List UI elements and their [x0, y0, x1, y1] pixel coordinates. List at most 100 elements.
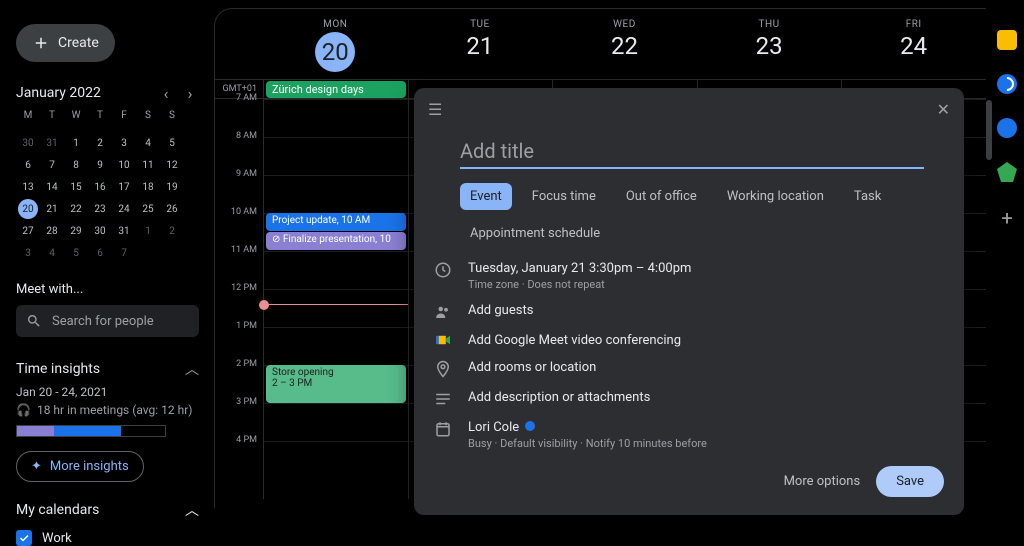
time-insights-header[interactable]: Time insights ︿	[16, 359, 199, 379]
calendar-item-work[interactable]: Work	[16, 530, 199, 546]
mini-day[interactable]: 14	[40, 176, 64, 198]
mini-day[interactable]: 4	[136, 132, 160, 154]
event-finalize[interactable]: ⊘ Finalize presentation, 10	[266, 232, 406, 250]
mini-day[interactable]: 11	[136, 154, 160, 176]
create-button[interactable]: Create	[16, 24, 115, 62]
mini-day[interactable]: 23	[88, 198, 112, 220]
hour-label: 2 PM	[215, 359, 263, 397]
mini-dow: T	[40, 110, 64, 132]
close-button[interactable]: ✕	[933, 96, 954, 123]
mini-day[interactable]: 26	[160, 198, 184, 220]
tab-working-location[interactable]: Working location	[717, 183, 834, 210]
mini-day[interactable]: 27	[16, 220, 40, 242]
mini-day[interactable]: 3	[16, 242, 40, 264]
save-button[interactable]: Save	[876, 466, 944, 497]
scrollbar[interactable]	[986, 100, 992, 160]
mini-day[interactable]: 28	[40, 220, 64, 242]
next-month-button[interactable]: ›	[181, 84, 199, 102]
mini-day[interactable]	[160, 242, 184, 264]
add-description-button[interactable]: Add description or attachments	[468, 390, 650, 405]
tab-appointment-schedule[interactable]: Appointment schedule	[460, 220, 610, 247]
clock-icon	[434, 261, 452, 279]
allday-event[interactable]: Zürich design days	[266, 81, 406, 98]
search-icon	[26, 313, 42, 329]
mini-day[interactable]: 5	[64, 242, 88, 264]
mini-day[interactable]: 2	[88, 132, 112, 154]
mini-day[interactable]: 5	[160, 132, 184, 154]
mini-day[interactable]: 8	[64, 154, 88, 176]
mini-day[interactable]: 19	[160, 176, 184, 198]
mini-day[interactable]: 24	[112, 198, 136, 220]
day-header[interactable]: WED22	[552, 9, 697, 79]
organizer-sub[interactable]: Busy · Default visibility · Notify 10 mi…	[468, 437, 707, 450]
tab-focus-time[interactable]: Focus time	[522, 183, 606, 210]
mini-day[interactable]: 31	[40, 132, 64, 154]
mini-dow: S	[136, 110, 160, 132]
mini-day[interactable]: 22	[64, 198, 88, 220]
mini-day[interactable]: 1	[136, 220, 160, 242]
mini-dow: W	[64, 110, 88, 132]
mini-day[interactable]: 15	[64, 176, 88, 198]
mini-day[interactable]: 13	[16, 176, 40, 198]
mini-day[interactable]: 1	[64, 132, 88, 154]
mini-day[interactable]: 31	[112, 220, 136, 242]
mini-day[interactable]: 30	[88, 220, 112, 242]
mini-day[interactable]: 17	[112, 176, 136, 198]
day-header[interactable]: MON20	[263, 9, 408, 79]
mini-day[interactable]: 7	[112, 242, 136, 264]
mini-day[interactable]: 2	[160, 220, 184, 242]
mini-day[interactable]: 3	[112, 132, 136, 154]
mini-day[interactable]: 20	[18, 199, 38, 219]
more-insights-button[interactable]: ✦ More insights	[16, 451, 144, 482]
event-datetime[interactable]: Tuesday, January 21 3:30pm – 4:00pm	[468, 261, 691, 276]
tab-out-of-office[interactable]: Out of office	[616, 183, 707, 210]
day-header[interactable]: FRI24	[841, 9, 986, 79]
mini-day[interactable]: 10	[112, 154, 136, 176]
day-column[interactable]: Project update, 10 AM ⊘ Finalize present…	[263, 99, 408, 499]
keep-icon[interactable]	[997, 30, 1017, 50]
mini-day[interactable]: 25	[136, 198, 160, 220]
add-meet-button[interactable]: Add Google Meet video conferencing	[468, 333, 681, 348]
add-location-button[interactable]: Add rooms or location	[468, 360, 596, 375]
day-number: 21	[408, 32, 553, 60]
event-store-opening[interactable]: Store opening 2 – 3 PM	[266, 365, 406, 403]
maps-icon[interactable]	[997, 162, 1017, 182]
drag-handle-icon[interactable]: ☰	[424, 96, 446, 123]
tab-task[interactable]: Task	[844, 183, 891, 210]
my-calendars-header[interactable]: My calendars ︿	[16, 500, 199, 520]
mini-day[interactable]: 12	[160, 154, 184, 176]
mini-day[interactable]: 7	[40, 154, 64, 176]
contacts-icon[interactable]	[997, 118, 1017, 138]
add-panel-button[interactable]: +	[1001, 206, 1012, 230]
mini-day[interactable]: 30	[16, 132, 40, 154]
event-project-update[interactable]: Project update, 10 AM	[266, 213, 406, 231]
search-placeholder: Search for people	[52, 314, 154, 329]
mini-day[interactable]	[136, 242, 160, 264]
time-insights-bar	[16, 425, 166, 437]
mini-day[interactable]: 6	[88, 242, 112, 264]
event-title-input[interactable]	[460, 135, 924, 169]
create-label: Create	[58, 35, 99, 51]
tab-event[interactable]: Event	[460, 183, 512, 210]
more-options-button[interactable]: More options	[784, 474, 861, 489]
tasks-icon[interactable]	[997, 74, 1017, 94]
time-insights-subtitle: 🎧 18 hr in meetings (avg: 12 hr)	[16, 403, 199, 417]
day-header[interactable]: THU23	[697, 9, 842, 79]
mini-day[interactable]: 9	[88, 154, 112, 176]
event-datetime-sub[interactable]: Time zone · Does not repeat	[468, 278, 691, 291]
mini-day[interactable]: 6	[16, 154, 40, 176]
day-dow: TUE	[408, 19, 553, 30]
mini-day[interactable]: 4	[40, 242, 64, 264]
day-header[interactable]: TUE 21	[408, 9, 553, 79]
checkbox-checked-icon[interactable]	[16, 530, 32, 546]
add-guests-button[interactable]: Add guests	[468, 303, 533, 318]
search-people-input[interactable]: Search for people	[16, 305, 199, 337]
organizer-name[interactable]: Lori Cole	[468, 420, 707, 435]
prev-month-button[interactable]: ‹	[157, 84, 175, 102]
mini-day[interactable]: 16	[88, 176, 112, 198]
mini-day[interactable]: 29	[64, 220, 88, 242]
mini-day[interactable]: 18	[136, 176, 160, 198]
mini-dow: F	[112, 110, 136, 132]
day-dow: FRI	[841, 19, 986, 30]
mini-day[interactable]: 21	[40, 198, 64, 220]
